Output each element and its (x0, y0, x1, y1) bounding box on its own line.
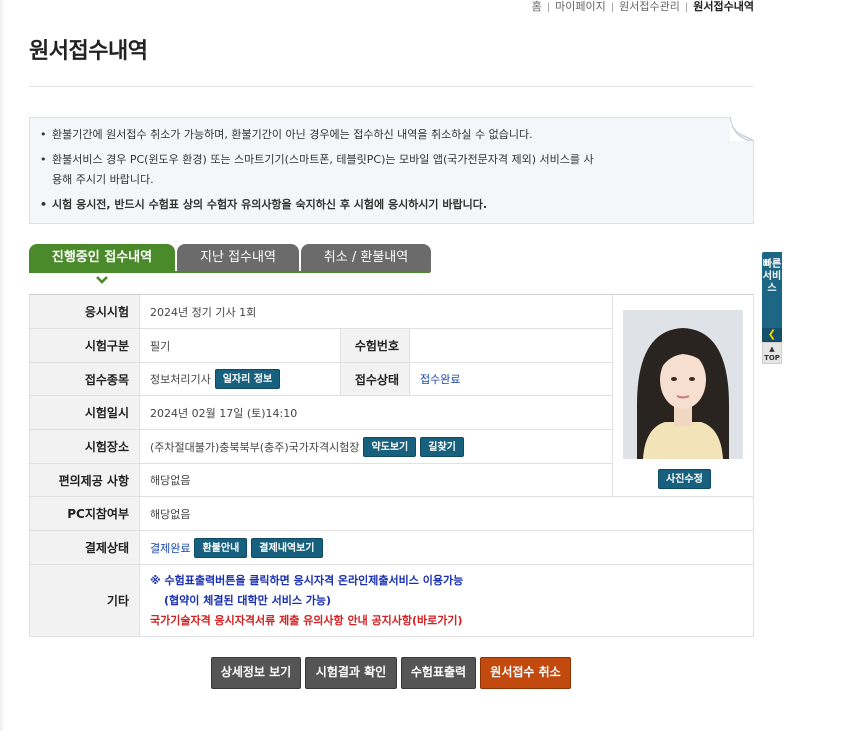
tab-past-applications[interactable]: 지난 접수내역 (177, 244, 299, 272)
row-exam: 응시시험 2024년 정기 기사 1회 (30, 295, 612, 329)
exam-result-button[interactable]: 시험결과 확인 (305, 657, 397, 689)
etc-online-submission-note: ※ 수험표출력버튼을 클릭하면 응시자격 온라인제출서비스 이용가능 (150, 573, 464, 587)
chevron-down-icon (96, 276, 108, 284)
value-datetime: 2024년 02월 17일 (토)14:10 (150, 406, 298, 420)
label-exam: 응시시험 (30, 295, 140, 328)
label-convenience: 편의제공 사항 (30, 464, 140, 496)
page: 홈 | 마이페이지 | 원서접수관리 | 원서접수내역 원서접수내역 환불기간에 원서접수 … (0, 0, 843, 731)
value-etc-cell: ※ 수험표출력버튼을 클릭하면 응시자격 온라인제출서비스 이용가능 (협약이 … (140, 565, 463, 636)
breadcrumb: 홈 | 마이페이지 | 원서접수관리 | 원서접수내역 (532, 0, 754, 14)
label-datetime: 시험일시 (30, 396, 140, 429)
value-payment: 결제완료 (150, 541, 191, 555)
left-border (0, 0, 3, 731)
value-item-cell: 정보처리기사 일자리 정보 (140, 363, 281, 395)
applicant-photo (623, 310, 743, 459)
application-detail-table: 응시시험 2024년 정기 기사 1회 시험구분 필기 수험번호 접수종목 정보… (29, 294, 754, 637)
photo-edit-button[interactable]: 사진수정 (658, 469, 711, 489)
chevron-left-icon[interactable]: ❮ (762, 328, 782, 342)
notice-list: 환불기간에 원서접수 취소가 가능하며, 환불기간이 아닌 경우에는 접수하신 … (30, 118, 753, 215)
refund-guide-button[interactable]: 환불안내 (194, 537, 248, 558)
arrow-up-icon: ▲ (769, 345, 775, 353)
breadcrumb-separator: | (684, 2, 689, 13)
row-category: 시험구분 필기 수험번호 (30, 329, 612, 363)
row-item: 접수종목 정보처리기사 일자리 정보 접수상태 접수완료 (30, 363, 612, 396)
scroll-top-button[interactable]: ▲ TOP (762, 342, 782, 364)
photo-cell: 사진수정 (612, 295, 754, 497)
map-button[interactable]: 약도보기 (363, 436, 417, 457)
value-pc: 해당없음 (150, 507, 191, 521)
label-pc: PC지참여부 (30, 497, 140, 530)
quick-service-menu[interactable]: 빠른서비스 ❮ (762, 252, 782, 342)
breadcrumb-home[interactable]: 홈 (532, 0, 542, 13)
label-exam-number: 수험번호 (340, 329, 410, 362)
row-datetime: 시험일시 2024년 02월 17일 (토)14:10 (30, 396, 612, 430)
directions-button[interactable]: 길찾기 (420, 436, 464, 457)
value-exam: 2024년 정기 기사 1회 (150, 305, 257, 319)
row-etc: 기타 ※ 수험표출력버튼을 클릭하면 응시자격 온라인제출서비스 이용가능 (협… (30, 565, 753, 637)
row-place: 시험장소 (주차절대불가)충북북부(충주)국가자격시험장 약도보기 길찾기 (30, 430, 612, 464)
tab-cancel-refund[interactable]: 취소 / 환불내역 (301, 244, 431, 272)
page-title: 원서접수내역 (29, 39, 148, 64)
value-exam-number (410, 329, 420, 362)
job-info-button[interactable]: 일자리 정보 (214, 369, 281, 389)
row-payment: 결제상태 결제완료 환불안내 결제내역보기 (30, 531, 753, 565)
breadcrumb-separator: | (546, 2, 551, 13)
value-place: (주차절대불가)충북북부(충주)국가자격시험장 (150, 440, 360, 454)
label-category: 시험구분 (30, 329, 140, 362)
breadcrumb-application-management[interactable]: 원서접수관리 (619, 0, 680, 13)
row-convenience: 편의제공 사항 해당없음 (30, 464, 612, 497)
label-item: 접수종목 (30, 363, 140, 395)
breadcrumb-current: 원서접수내역 (693, 0, 754, 13)
label-etc: 기타 (30, 565, 140, 636)
value-status: 접수완료 (420, 373, 461, 386)
label-status: 접수상태 (340, 363, 410, 395)
notice-item-exam-caution: 시험 응시전, 반드시 수험표 상의 수험자 유의사항을 숙지하신 후 시험에 … (40, 195, 753, 215)
etc-notice-link[interactable]: 국가기술자격 응시자격서류 제출 유의사항 안내 공지사항(바로가기) (150, 611, 463, 631)
notice-item-refund-period: 환불기간에 원서접수 취소가 가능하며, 환불기간이 아닌 경우에는 접수하신 … (40, 125, 753, 145)
etc-university-note: (협약이 체결된 대학만 서비스 가능) (164, 593, 332, 607)
breadcrumb-separator: | (610, 2, 615, 13)
notice-box: 환불기간에 원서접수 취소가 가능하며, 환불기간이 아닌 경우에는 접수하신 … (29, 117, 754, 224)
payment-history-button[interactable]: 결제내역보기 (251, 537, 323, 558)
detail-view-button[interactable]: 상세정보 보기 (211, 657, 301, 689)
value-place-cell: (주차절대불가)충북북부(충주)국가자격시험장 약도보기 길찾기 (140, 430, 464, 463)
value-convenience: 해당없음 (150, 474, 191, 487)
notice-item-refund-service: 환불서비스 경우 PC(윈도우 환경) 또는 스마트기기(스마트폰, 테블릿PC… (40, 150, 600, 190)
top-label: TOP (764, 354, 780, 362)
value-item: 정보처리기사 (150, 373, 211, 386)
cancel-application-button[interactable]: 원서접수 취소 (480, 657, 571, 689)
value-payment-cell: 결제완료 환불안내 결제내역보기 (140, 531, 323, 564)
label-payment: 결제상태 (30, 531, 140, 564)
breadcrumb-mypage[interactable]: 마이페이지 (555, 0, 606, 13)
row-pc: PC지참여부 해당없음 (30, 497, 753, 531)
admission-ticket-print-button[interactable]: 수험표출력 (401, 657, 476, 689)
tab-current-applications[interactable]: 진행중인 접수내역 (29, 244, 175, 272)
tab-underline (29, 271, 430, 273)
quick-service-label: 빠른서비스 (762, 259, 782, 294)
label-place: 시험장소 (30, 430, 140, 463)
value-category: 필기 (150, 339, 171, 353)
title-divider (29, 86, 753, 87)
